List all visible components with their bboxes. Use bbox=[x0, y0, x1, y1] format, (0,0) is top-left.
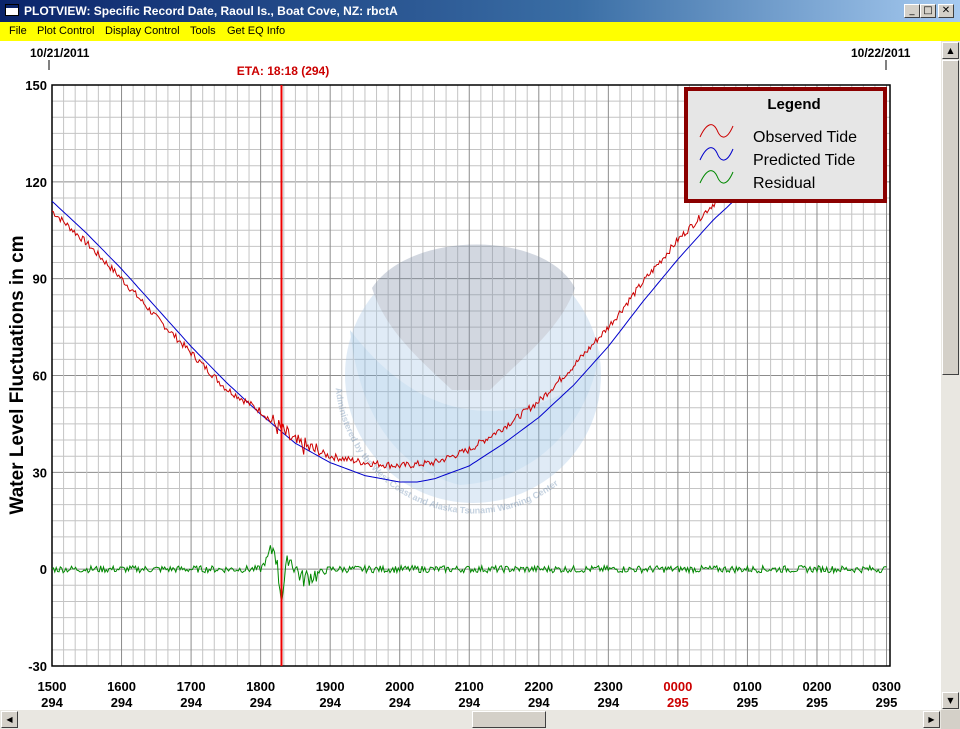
x-tick-day: 294 bbox=[250, 695, 272, 710]
close-button[interactable]: ✕ bbox=[938, 4, 954, 18]
date-right-label: 10/22/2011 bbox=[851, 46, 911, 60]
x-tick-day: 294 bbox=[458, 695, 480, 710]
x-tick-time: 2100 bbox=[455, 679, 484, 694]
x-tick-time: 0300 bbox=[872, 679, 901, 694]
x-tick-day: 295 bbox=[737, 695, 759, 710]
menu-display-control[interactable]: Display Control bbox=[105, 25, 180, 37]
minimize-button[interactable]: _ bbox=[904, 4, 920, 18]
x-tick-day: 295 bbox=[806, 695, 828, 710]
x-tick-time: 0000 bbox=[663, 679, 692, 694]
menu-file[interactable]: File bbox=[9, 25, 27, 37]
eta-label: ETA: 18:18 (294) bbox=[237, 64, 329, 78]
legend-title: Legend bbox=[767, 96, 820, 113]
x-tick-day: 294 bbox=[111, 695, 133, 710]
scroll-left-button[interactable]: ◀ bbox=[1, 711, 18, 728]
legend-residual-label: Residual bbox=[753, 175, 815, 192]
vertical-scroll-thumb[interactable] bbox=[942, 60, 959, 375]
scroll-down-button[interactable]: ▼ bbox=[942, 692, 959, 709]
x-tick-time: 2300 bbox=[594, 679, 623, 694]
x-tick-time: 1800 bbox=[246, 679, 275, 694]
noaa-watermark: Administered by the West Coast and Alask… bbox=[334, 244, 601, 516]
date-left-label: 10/21/2011 bbox=[30, 46, 90, 60]
menu-plot-control[interactable]: Plot Control bbox=[37, 25, 94, 37]
window-title: PLOTVIEW: Specific Record Date, Raoul Is… bbox=[24, 4, 398, 18]
horizontal-scrollbar[interactable]: ◀ ▶ bbox=[0, 710, 941, 729]
legend: Legend Observed Tide Predicted Tide Resi… bbox=[684, 87, 887, 203]
x-tick-day: 294 bbox=[597, 695, 619, 710]
y-tick-label: 90 bbox=[33, 272, 47, 287]
x-tick-time: 1500 bbox=[38, 679, 67, 694]
x-tick-time: 1900 bbox=[316, 679, 345, 694]
x-tick-day: 295 bbox=[876, 695, 898, 710]
x-tick-time: 2000 bbox=[385, 679, 414, 694]
y-tick-label: 60 bbox=[33, 369, 47, 384]
y-tick-label: 120 bbox=[25, 175, 47, 190]
scroll-up-button[interactable]: ▲ bbox=[942, 42, 959, 59]
y-tick-label: -30 bbox=[28, 659, 47, 674]
tide-chart: Administered by the West Coast and Alask… bbox=[7, 46, 911, 710]
x-tick-day: 294 bbox=[528, 695, 550, 710]
plot-area: Administered by the West Coast and Alask… bbox=[0, 41, 941, 710]
x-tick-labels: 1500294160029417002941800294190029420002… bbox=[38, 679, 901, 710]
x-tick-time: 1600 bbox=[107, 679, 136, 694]
vertical-scrollbar[interactable]: ▲ ▼ bbox=[941, 41, 960, 710]
title-bar: PLOTVIEW: Specific Record Date, Raoul Is… bbox=[0, 0, 960, 22]
x-tick-time: 1700 bbox=[177, 679, 206, 694]
legend-predicted-label: Predicted Tide bbox=[753, 152, 855, 169]
maximize-button[interactable]: □ bbox=[920, 4, 936, 18]
x-tick-time: 2200 bbox=[524, 679, 553, 694]
x-tick-day: 294 bbox=[41, 695, 63, 710]
y-tick-label: 30 bbox=[33, 465, 47, 480]
y-tick-label: 0 bbox=[40, 562, 47, 577]
x-tick-time: 0200 bbox=[803, 679, 832, 694]
y-tick-label: 150 bbox=[25, 78, 47, 93]
menu-bar: File Plot Control Display Control Tools … bbox=[0, 22, 960, 41]
x-tick-day: 294 bbox=[180, 695, 202, 710]
menu-tools[interactable]: Tools bbox=[190, 25, 216, 37]
x-tick-day: 294 bbox=[319, 695, 341, 710]
legend-observed-label: Observed Tide bbox=[753, 129, 857, 146]
y-axis-label: Water Level Fluctuations in cm bbox=[7, 235, 28, 514]
scrollbar-corner bbox=[941, 710, 960, 729]
x-tick-day: 295 bbox=[667, 695, 689, 710]
y-tick-labels: -30 0 30 60 90 120 150 bbox=[25, 78, 47, 674]
scroll-right-button[interactable]: ▶ bbox=[923, 711, 940, 728]
x-tick-day: 294 bbox=[389, 695, 411, 710]
menu-get-eq-info[interactable]: Get EQ Info bbox=[227, 25, 285, 37]
app-icon bbox=[5, 4, 19, 16]
horizontal-scroll-thumb[interactable] bbox=[472, 711, 546, 728]
x-tick-time: 0100 bbox=[733, 679, 762, 694]
